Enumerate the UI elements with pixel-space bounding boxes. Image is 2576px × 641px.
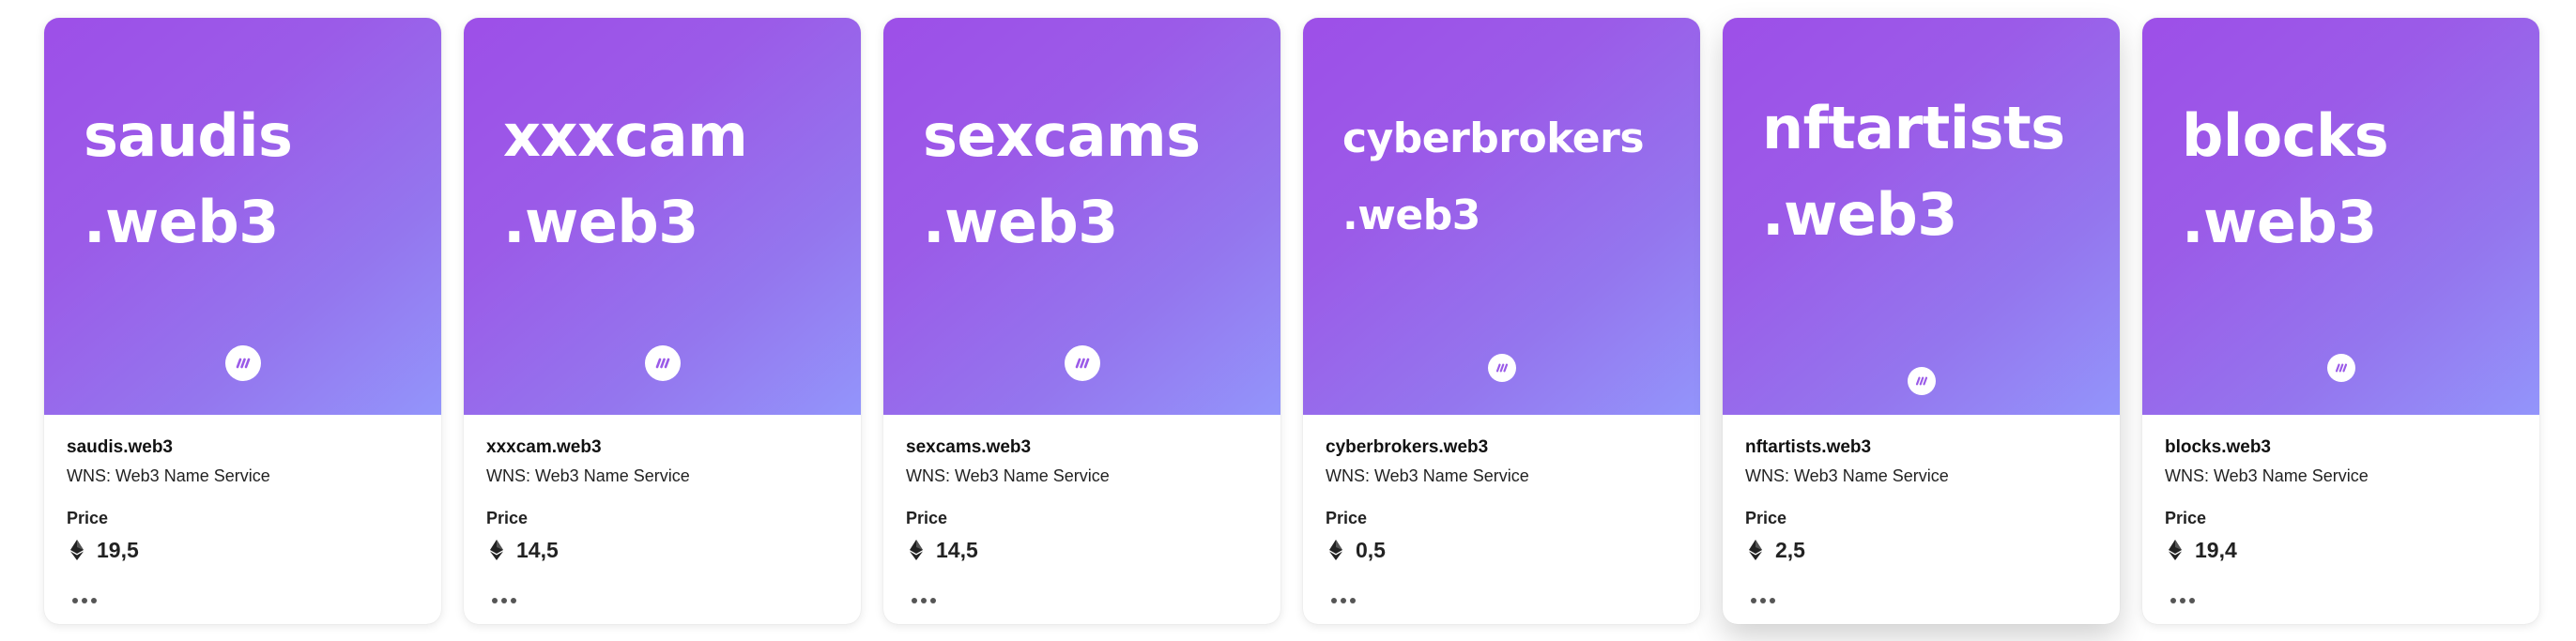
wns-logo-icon [1487,354,1516,382]
item-title[interactable]: nftartists.web3 [1745,435,2097,460]
ethereum-icon [1749,540,1762,560]
more-options-icon [492,598,516,603]
price-value: 14,5 [936,537,978,562]
item-title[interactable]: sexcams.web3 [906,435,1258,460]
collection-name[interactable]: WNS: Web3 Name Service [1326,464,1678,488]
nft-card-xxxcam[interactable]: xxxcam .web3 xxxcam.web3 WNS: Web3 Name … [464,18,861,624]
more-options-button[interactable] [908,591,940,610]
domain-label: sexcams [923,101,1201,170]
domain-tld: .web3 [923,188,1118,256]
item-title[interactable]: xxxcam.web3 [486,435,838,460]
wns-logo-icon [1064,345,1100,381]
card-image[interactable]: cyberbrokers .web3 [1303,18,1700,415]
card-image[interactable]: saudis .web3 [44,18,441,415]
more-options-button[interactable] [69,591,100,610]
item-title[interactable]: saudis.web3 [67,435,419,460]
domain-label: blocks [2182,101,2389,170]
wns-logo-icon [224,345,261,381]
price-value: 19,5 [97,537,139,562]
nft-card-grid: saudis .web3 saudis.web3 WNS: Web3 Name … [44,18,2539,624]
card-info: nftartists.web3 WNS: Web3 Name Service P… [1723,415,2120,565]
domain-tld: .web3 [84,188,279,256]
card-info: sexcams.web3 WNS: Web3 Name Service Pric… [883,415,1280,565]
more-options-icon [1331,598,1356,603]
ethereum-icon [70,540,84,560]
more-options-icon [72,598,97,603]
card-info: saudis.web3 WNS: Web3 Name Service Price… [44,415,441,565]
price-row: 19,5 [67,535,419,565]
price-row: 0,5 [1326,535,1678,565]
domain-artwork-text: blocks .web3 [2182,93,2389,266]
card-image[interactable]: nftartists .web3 [1723,18,2120,415]
domain-tld: .web3 [1342,191,1480,239]
nft-card-saudis[interactable]: saudis .web3 saudis.web3 WNS: Web3 Name … [44,18,441,624]
card-image[interactable]: xxxcam .web3 [464,18,861,415]
nft-card-nftartists[interactable]: nftartists .web3 nftartists.web3 WNS: We… [1723,18,2120,624]
domain-label: cyberbrokers [1342,114,1645,162]
price-row: 14,5 [486,535,838,565]
card-image[interactable]: sexcams .web3 [883,18,1280,415]
collection-name[interactable]: WNS: Web3 Name Service [906,464,1258,488]
item-title[interactable]: blocks.web3 [2165,435,2517,460]
collection-name[interactable]: WNS: Web3 Name Service [1745,464,2097,488]
domain-artwork-text: xxxcam .web3 [503,93,748,266]
domain-label: saudis [84,101,293,170]
card-info: cyberbrokers.web3 WNS: Web3 Name Service… [1303,415,1700,565]
domain-artwork-text: nftartists .web3 [1762,85,2065,258]
ethereum-icon [490,540,503,560]
more-options-button[interactable] [2167,591,2199,610]
card-info: blocks.web3 WNS: Web3 Name Service Price… [2142,415,2539,565]
ethereum-icon [2169,540,2182,560]
domain-artwork-text: sexcams .web3 [923,93,1201,266]
price-value: 19,4 [2195,537,2237,562]
card-image[interactable]: blocks .web3 [2142,18,2539,415]
nft-card-cyberbrokers[interactable]: cyberbrokers .web3 cyberbrokers.web3 WNS… [1303,18,1700,624]
domain-label: nftartists [1762,94,2065,162]
item-title[interactable]: cyberbrokers.web3 [1326,435,1678,460]
wns-logo-icon [1907,367,1936,395]
collection-name[interactable]: WNS: Web3 Name Service [67,464,419,488]
domain-tld: .web3 [503,188,698,256]
collection-name[interactable]: WNS: Web3 Name Service [486,464,838,488]
wns-logo-icon [644,345,681,381]
price-label: Price [906,509,948,527]
more-options-icon [2170,598,2195,603]
price-row: 2,5 [1745,535,2097,565]
domain-tld: .web3 [2182,188,2377,256]
price-value: 14,5 [516,537,559,562]
price-label: Price [486,509,529,527]
more-options-button[interactable] [1327,591,1359,610]
nft-card-blocks[interactable]: blocks .web3 blocks.web3 WNS: Web3 Name … [2142,18,2539,624]
nft-card-sexcams[interactable]: sexcams .web3 sexcams.web3 WNS: Web3 Nam… [883,18,1280,624]
price-row: 14,5 [906,535,1258,565]
wns-logo-icon [2326,354,2355,382]
more-options-button[interactable] [488,591,520,610]
price-label: Price [67,509,109,527]
domain-artwork-text: cyberbrokers .web3 [1342,100,1645,254]
price-row: 19,4 [2165,535,2517,565]
price-label: Price [2165,509,2207,527]
ethereum-icon [1329,540,1342,560]
domain-label: xxxcam [503,101,748,170]
domain-artwork-text: saudis .web3 [84,93,293,266]
price-label: Price [1745,509,1787,527]
price-label: Price [1326,509,1368,527]
domain-tld: .web3 [1762,180,1957,249]
card-info: xxxcam.web3 WNS: Web3 Name Service Price… [464,415,861,565]
price-value: 2,5 [1775,537,1805,562]
collection-name[interactable]: WNS: Web3 Name Service [2165,464,2517,488]
more-options-icon [1751,598,1775,603]
price-value: 0,5 [1356,537,1386,562]
ethereum-icon [910,540,923,560]
more-options-icon [912,598,936,603]
more-options-button[interactable] [1747,591,1779,610]
